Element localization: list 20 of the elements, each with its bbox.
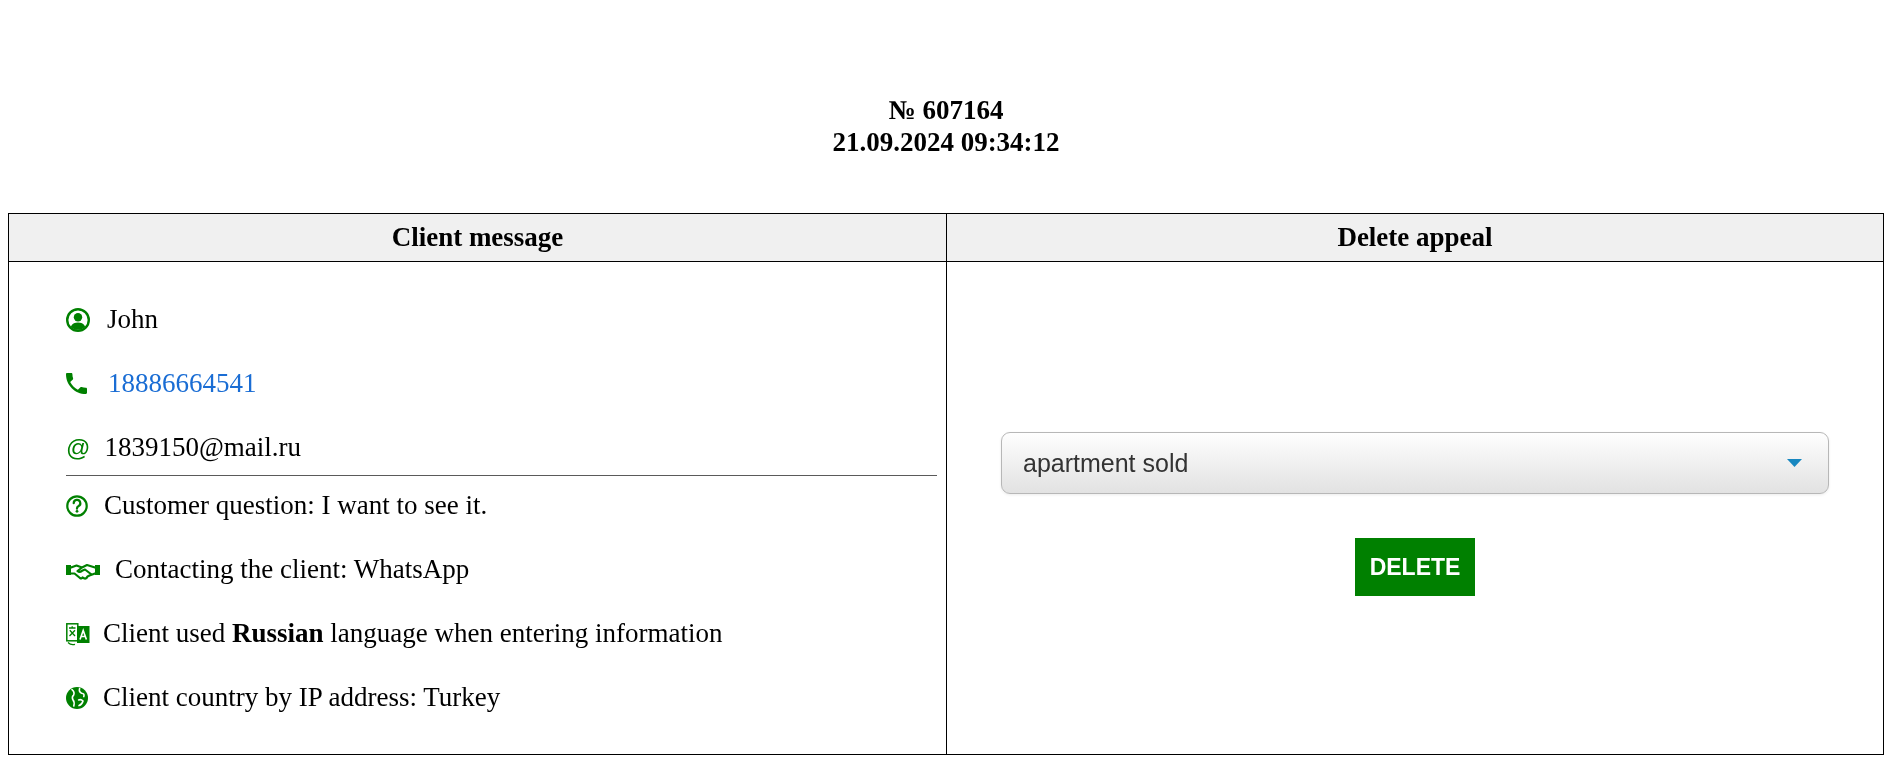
ticket-number: № 607164 bbox=[888, 94, 1004, 126]
ticket-datetime: 21.09.2024 09:34:12 bbox=[832, 126, 1060, 158]
language-text: Client used Russian language when entering information bbox=[103, 618, 723, 649]
person-icon bbox=[66, 307, 90, 332]
question-text: Customer question: I want to see it. bbox=[104, 490, 488, 521]
at-sign-icon: @ bbox=[66, 432, 91, 463]
reason-dropdown[interactable]: apartment sold bbox=[1001, 432, 1829, 494]
delete-button[interactable]: DELETE bbox=[1354, 538, 1476, 596]
contact-method-text: Contacting the client: WhatsApp bbox=[115, 554, 470, 585]
question-icon bbox=[66, 494, 88, 517]
email-address: 1839150@mail.ru bbox=[104, 432, 301, 463]
phone-icon bbox=[66, 373, 87, 394]
globe-icon bbox=[66, 686, 88, 709]
country-text: Client country by IP address: Turkey bbox=[103, 682, 501, 713]
column-header: Client message bbox=[9, 214, 946, 262]
translate-icon bbox=[66, 621, 90, 646]
client-name: John bbox=[107, 304, 158, 335]
column-header: Delete appeal bbox=[946, 214, 1883, 262]
phone-link[interactable]: 18886664541 bbox=[108, 368, 257, 399]
caret-icon bbox=[1787, 459, 1802, 467]
